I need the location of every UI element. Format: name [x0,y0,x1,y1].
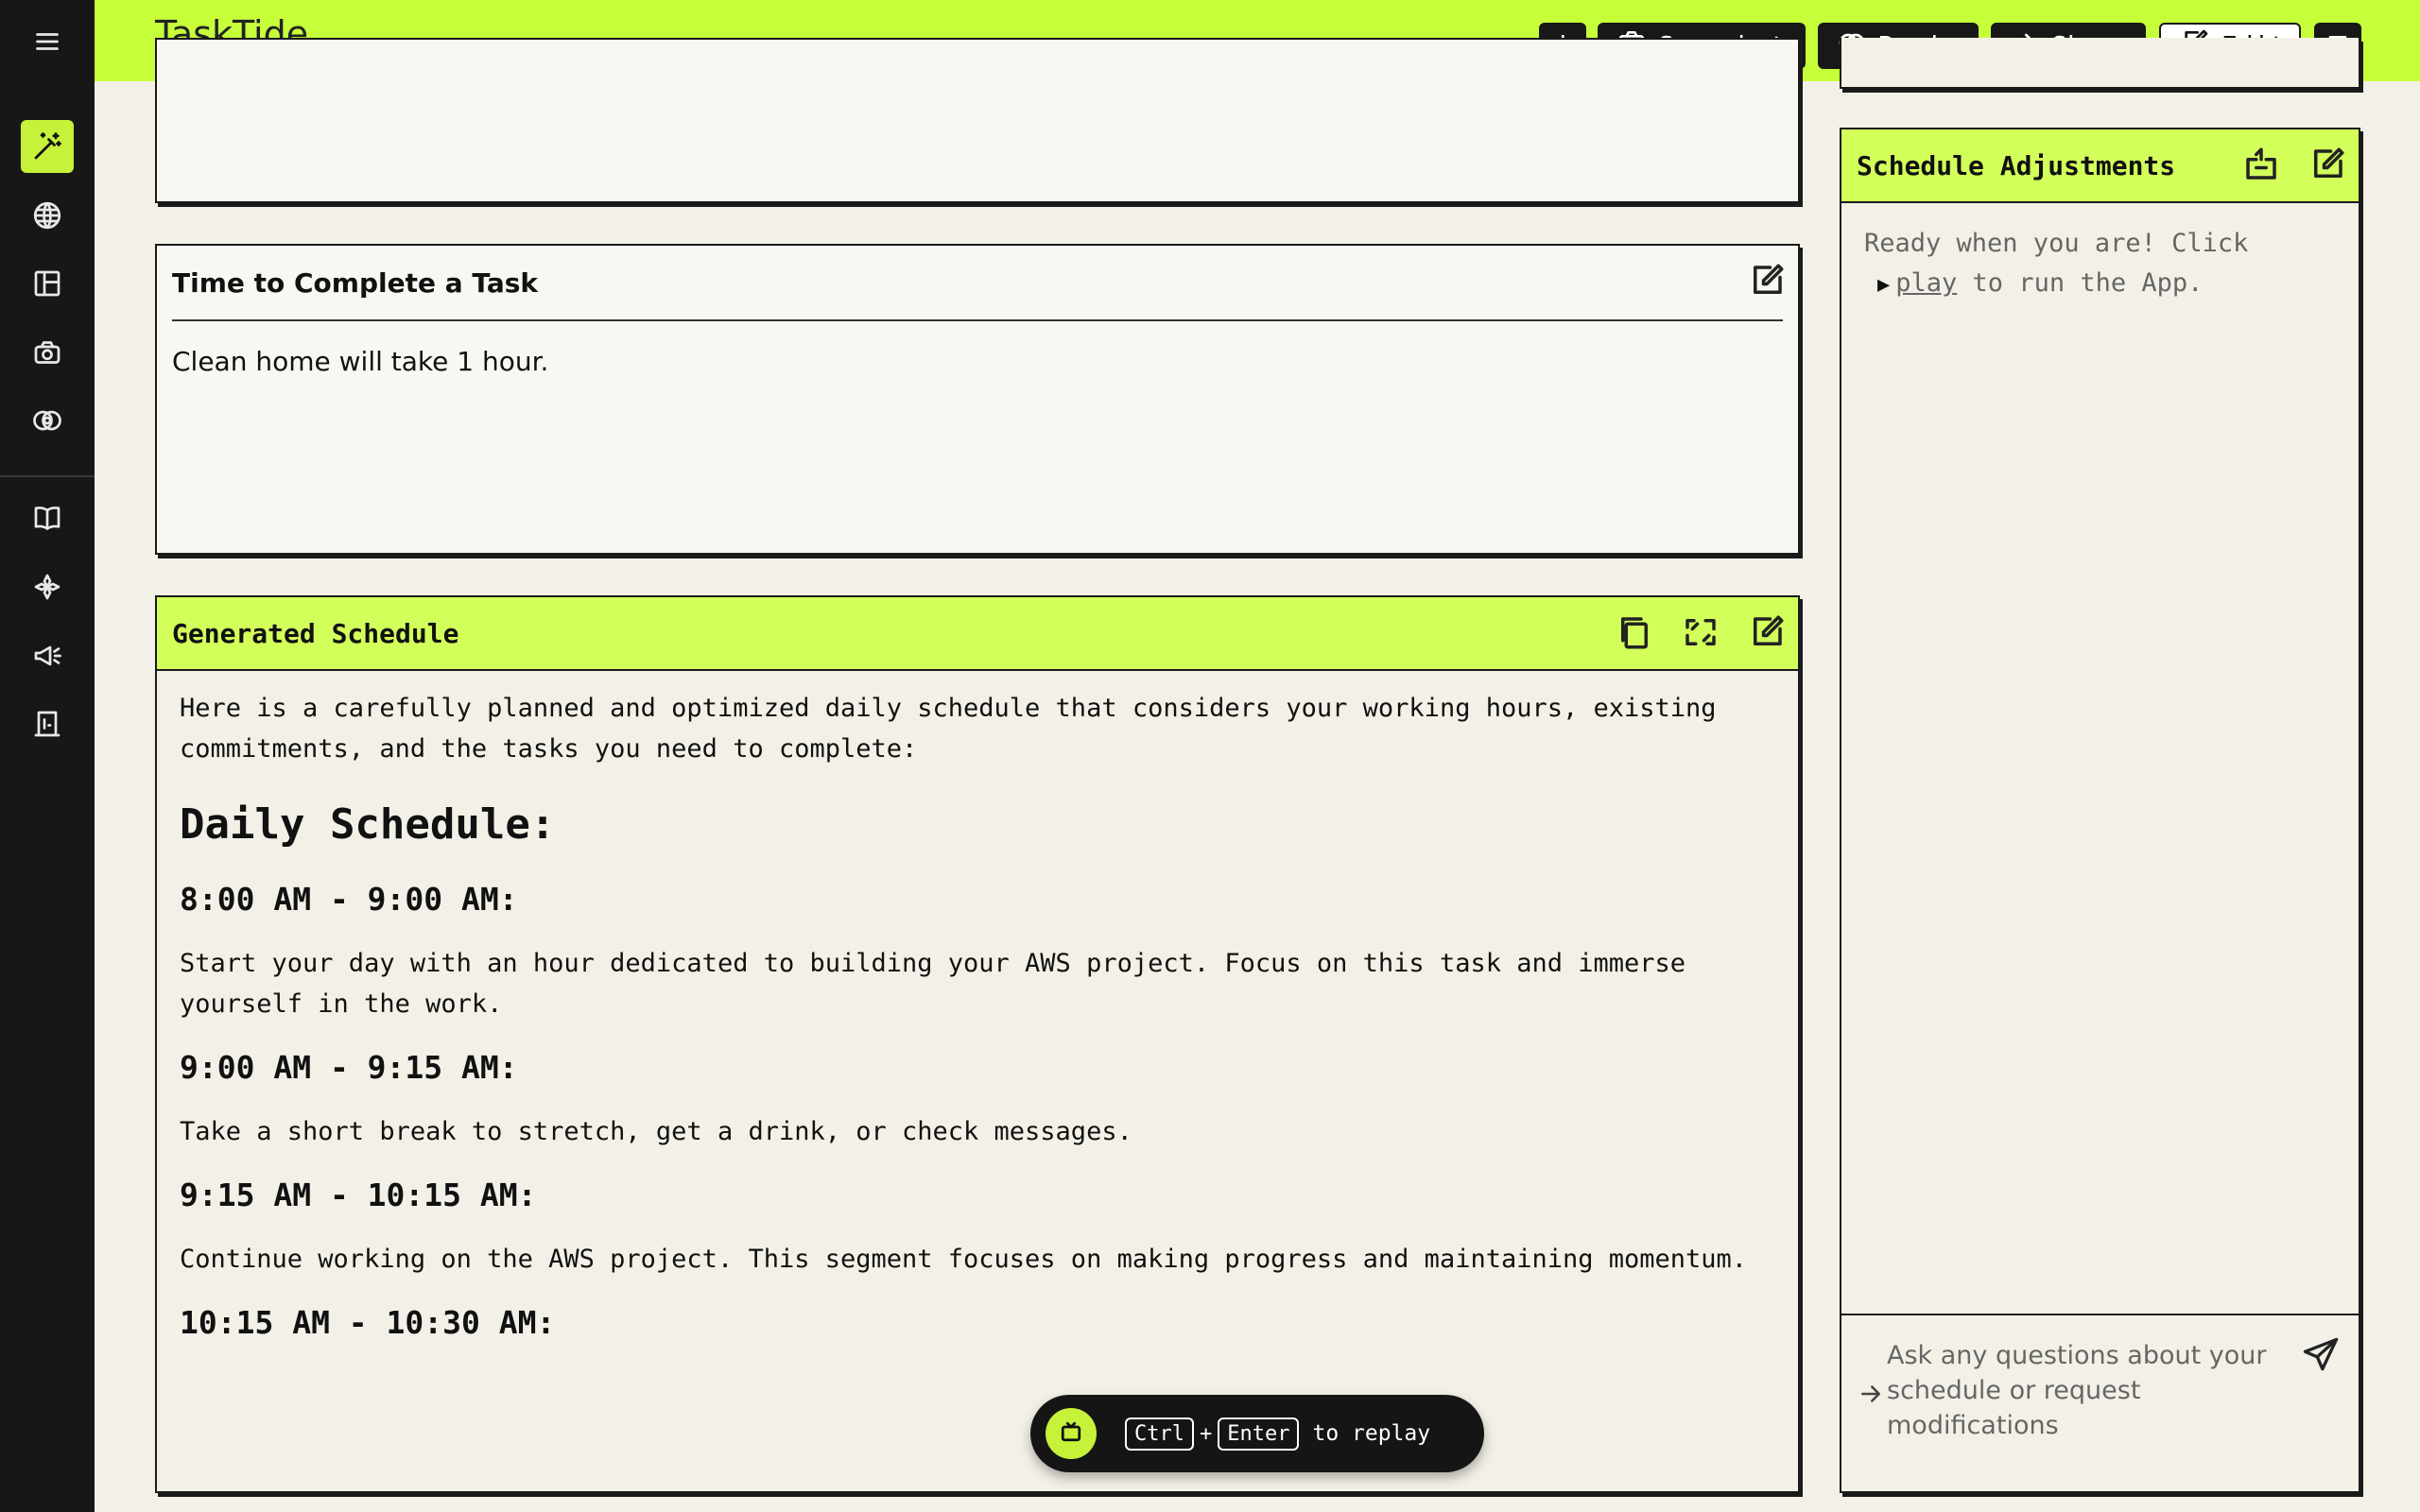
time-block-heading: 9:00 AM - 9:15 AM: [180,1049,518,1086]
edit-icon[interactable] [1747,261,1787,304]
send-icon[interactable] [2300,1334,2342,1380]
copy-icon[interactable] [1615,612,1654,656]
exit-door-icon[interactable] [21,697,74,750]
menu-icon[interactable] [21,15,74,68]
panel-title: Schedule Adjustments [1857,149,2176,181]
chat-input-area[interactable]: Ask any questions about your schedule or… [1841,1314,2359,1491]
globe-icon[interactable] [21,189,74,242]
time-to-complete-card: Time to Complete a Task Clean home will … [155,244,1800,555]
left-sidebar [0,0,95,1512]
time-block-description: Start your day with an hour dedicated to… [180,949,1686,1019]
ready-message: Ready when you are! Click ▶ play to run t… [1864,224,2248,305]
replay-bar: Ctrl + Enter to replay [1030,1395,1484,1472]
camera-icon[interactable] [21,326,74,379]
task-time-text: Clean home will take 1 hour. [172,346,549,377]
replay-icon [1057,1418,1085,1450]
time-block-description: Take a short break to stretch, get a dri… [180,1117,1132,1146]
replay-button[interactable] [1046,1408,1097,1459]
reset-chat-icon[interactable] [2241,145,2281,188]
edit-icon[interactable] [2308,145,2347,188]
ready-line-2: ▶ play to run the App. [1864,264,2248,305]
card-header: Generated Schedule [157,597,1798,671]
sparkles-icon[interactable] [21,560,74,613]
time-block-description: Continue working on the AWS project. Thi… [180,1245,1748,1274]
ready-suffix: to run the App. [1972,268,2204,298]
card-title: Time to Complete a Task [172,266,539,299]
regenerate-icon[interactable] [1681,612,1720,656]
time-block-heading: 9:15 AM - 10:15 AM: [180,1177,537,1213]
layout-icon[interactable] [21,257,74,310]
card-header: Time to Complete a Task [157,246,1798,319]
schedule-heading: Daily Schedule: [180,800,556,849]
ready-line: Ready when you are! Click [1864,229,2249,258]
schedule-content: Here is a carefully planned and optimize… [157,671,1798,1491]
time-block-heading: 10:15 AM - 10:30 AM: [180,1304,556,1341]
replay-label: to replay [1312,1421,1431,1446]
previous-card [155,38,1800,203]
plus-sign: + [1199,1421,1213,1446]
book-icon[interactable] [21,492,74,545]
play-link[interactable]: play [1895,268,1957,298]
time-block-heading: 8:00 AM - 9:00 AM: [180,881,518,918]
panel-header: Schedule Adjustments [1841,129,2359,203]
sidebar-divider [0,475,95,477]
card-title: Generated Schedule [172,617,459,649]
magic-wand-icon[interactable] [21,120,74,173]
schedule-adjustments-panel: Schedule Adjustments Ready when you are!… [1840,128,2360,1493]
megaphone-icon[interactable] [21,629,74,682]
edit-icon[interactable] [1747,612,1787,656]
arrow-right-icon [1857,1380,1885,1412]
enter-key: Enter [1218,1417,1300,1451]
schedule-intro: Here is a carefully planned and optimize… [180,694,1717,764]
chat-input-placeholder[interactable]: Ask any questions about your schedule or… [1887,1338,2284,1443]
play-icon[interactable]: ▶ [1877,266,1890,305]
generated-schedule-card: Generated Schedule Here is a carefully p… [155,595,1800,1493]
previous-panel [1840,38,2360,89]
remix-icon[interactable] [21,394,74,447]
header-divider [172,319,1783,321]
ctrl-key: Ctrl [1125,1417,1194,1451]
